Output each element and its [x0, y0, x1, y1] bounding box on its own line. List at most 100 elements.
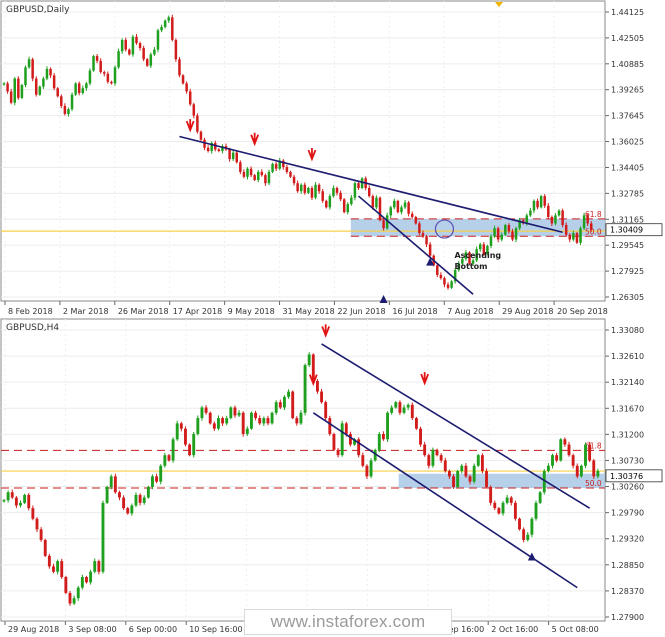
x-tick-label: 5 Oct 08:00	[552, 625, 599, 634]
candle-body	[443, 460, 447, 472]
candle-body	[17, 78, 20, 98]
candle-body	[192, 433, 196, 456]
candle-body	[117, 51, 120, 68]
candle-body	[42, 78, 45, 87]
candle-body	[85, 83, 88, 89]
candle-body	[178, 59, 181, 76]
candle-body	[64, 577, 68, 593]
candle-body	[292, 176, 296, 184]
candle-body	[95, 56, 99, 61]
candle-body	[264, 175, 267, 184]
candle-body	[394, 402, 398, 408]
candle-body	[43, 539, 47, 556]
candle-body	[171, 439, 175, 461]
y-tick-label: 1.42505	[611, 34, 644, 43]
candle-body	[27, 494, 31, 509]
candle-body	[151, 476, 154, 487]
candle-body	[489, 236, 493, 246]
candle-body	[464, 465, 468, 477]
candle-body	[418, 223, 421, 234]
candle-body	[250, 412, 253, 429]
candle-body	[579, 465, 583, 477]
candle-body	[428, 244, 432, 256]
candle-body	[328, 418, 332, 434]
candle-body	[446, 284, 450, 288]
candle-body	[241, 412, 245, 434]
candle-body	[31, 508, 35, 519]
candle-body	[299, 412, 303, 424]
candle-body	[489, 486, 493, 503]
y-tick-label: 1.34405	[611, 163, 644, 172]
candle-body	[478, 244, 482, 250]
candle-body	[192, 104, 196, 116]
candle-body	[68, 592, 72, 604]
candle-body	[303, 184, 307, 193]
candle-body	[185, 83, 188, 92]
candle-body	[47, 555, 51, 567]
candle-body	[579, 228, 582, 243]
candle-body	[63, 105, 67, 114]
candle-body	[514, 228, 518, 240]
candle-body	[76, 587, 80, 599]
candle-body	[350, 197, 353, 205]
candle-body	[414, 216, 418, 224]
candle-body	[543, 196, 546, 206]
candle-body	[110, 81, 113, 84]
candle-body	[124, 39, 128, 50]
candle-body	[382, 220, 385, 229]
candle-body	[34, 78, 38, 95]
candle-body	[436, 265, 439, 275]
candle-body	[6, 83, 9, 92]
candle-body	[439, 455, 443, 461]
y-tick-label: 1.40885	[611, 60, 644, 69]
candle-body	[518, 518, 521, 530]
daily-y-axis: 1.44125 1.42505 1.40885 1.39265 1.37645 1.360…	[605, 8, 663, 302]
candle-body	[271, 163, 274, 172]
candle-body	[217, 418, 220, 429]
candle-body	[431, 449, 435, 466]
candle-body	[145, 59, 149, 66]
y-tick-label: 1.32140	[611, 378, 644, 387]
candle-body	[509, 497, 513, 503]
candle-body	[468, 476, 472, 482]
candle-body	[307, 188, 310, 193]
annotation-line: Bottom	[454, 262, 487, 271]
candle-body	[208, 412, 212, 424]
fib-label-61.8: 61.8	[585, 441, 602, 450]
candle-body	[532, 200, 536, 211]
candle-body	[447, 471, 451, 477]
candle-body	[507, 225, 511, 232]
candle-body	[138, 43, 142, 48]
x-tick-label: 6 Sep 00:00	[129, 625, 177, 634]
candle-body	[237, 412, 241, 416]
candle-body	[456, 471, 460, 487]
candle-body	[320, 391, 324, 403]
daily-x-axis: 8 Feb 2018 2 Mar 2018 26 Mar 2018 17 Apr 20…	[4, 301, 608, 316]
candle-body	[557, 210, 561, 216]
y-tick-label: 1.28850	[611, 561, 644, 570]
candle-body	[375, 197, 378, 208]
candle-body	[485, 471, 488, 487]
x-tick-label: 31 May 2018	[283, 307, 335, 316]
candle-body	[24, 67, 27, 86]
candle-body	[369, 460, 373, 477]
candle-body	[575, 465, 579, 477]
candle-body	[120, 39, 124, 52]
watermark-badge: www.instaforex.com	[244, 609, 452, 635]
candle-body	[389, 207, 392, 216]
candle-body	[563, 439, 567, 445]
candle-body	[332, 433, 336, 450]
candle-body	[439, 274, 443, 279]
candle-body	[410, 404, 414, 419]
candle-body	[538, 492, 542, 503]
candle-body	[199, 131, 203, 140]
x-tick-label: 10 Sep 16:00	[189, 625, 242, 634]
candle-body	[270, 412, 274, 424]
candle-body	[231, 152, 235, 160]
candle-body	[19, 502, 22, 506]
candle-body	[596, 471, 600, 477]
candle-body	[6, 492, 10, 501]
candle-body	[371, 196, 375, 208]
y-tick-label: 1.27900	[611, 613, 644, 622]
candle-body	[328, 196, 332, 208]
